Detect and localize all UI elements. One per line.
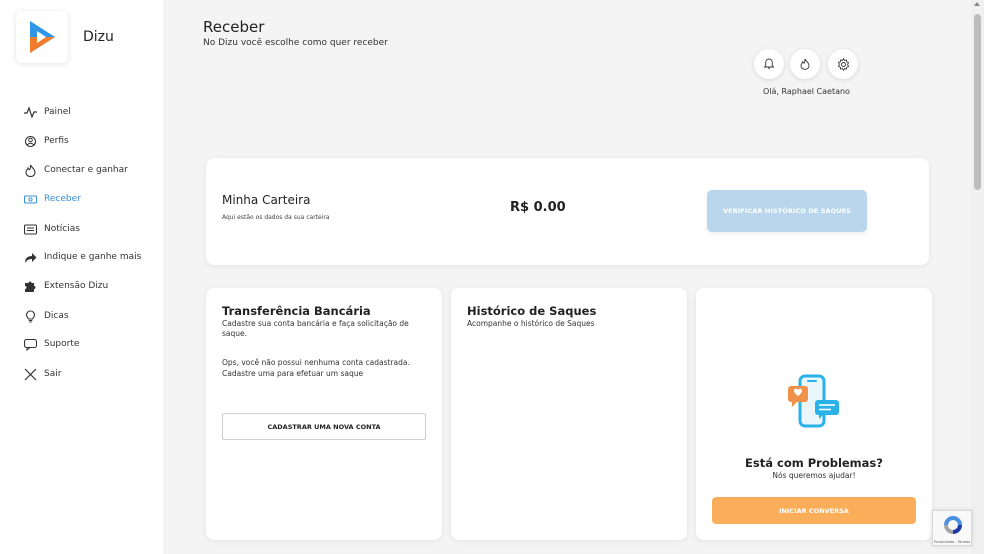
sidebar-item-dicas[interactable]: Dicas (24, 306, 69, 326)
recaptcha-links[interactable]: Privacidade - Termos (933, 540, 971, 544)
support-chat-illustration-icon (788, 374, 839, 428)
flame-icon (800, 58, 810, 70)
sidebar-item-label: Painel (44, 107, 71, 117)
sidebar-item-extensao[interactable]: Extensão Dizu (24, 276, 108, 296)
sidebar-item-label: Perfis (44, 136, 69, 146)
sidebar-item-label: Extensão Dizu (44, 281, 109, 291)
scroll-thumb[interactable] (974, 14, 981, 190)
page-scrollbar[interactable] (971, 0, 984, 554)
withdraw-history-subtitle: Acompanhe o histórico de Saques (467, 319, 595, 328)
sidebar-item-perfis[interactable]: Perfis (24, 131, 69, 151)
notifications-button[interactable] (754, 49, 784, 79)
bank-transfer-subtitle: Cadastre sua conta bancária e faça solic… (222, 319, 409, 338)
bank-transfer-card: Transferência Bancária Cadastre sua cont… (206, 288, 442, 540)
add-account-button[interactable]: CADASTRAR UMA NOVA CONTA (222, 413, 426, 440)
wallet-subtitle: Aqui estão os dados da sua carteira (222, 214, 330, 221)
no-account-message: Ops, você não possui nenhuma conta cadas… (222, 358, 410, 378)
sidebar-item-label: Indique e ganhe mais (44, 252, 142, 262)
sidebar-item-conectar[interactable]: Conectar e ganhar (24, 160, 128, 180)
puzzle-icon (24, 280, 37, 293)
wallet-title: Minha Carteira (222, 193, 311, 207)
bell-icon (763, 58, 775, 69)
sidebar-item-receber[interactable]: Receber (24, 189, 81, 209)
recaptcha-badge[interactable]: Privacidade - Termos (932, 510, 972, 546)
support-card: Está com Problemas? Nós queremos ajudar!… (696, 288, 932, 540)
lightbulb-icon (24, 309, 37, 323)
sidebar-item-label: Notícias (44, 224, 80, 234)
dizu-logo-icon (30, 21, 55, 53)
sidebar-item-painel[interactable]: Painel (24, 102, 71, 122)
sidebar-item-label: Dicas (44, 311, 69, 321)
wallet-card: Minha Carteira Aqui estão os dados da su… (206, 158, 929, 265)
page-subtitle: No Dizu você escolhe como quer receber (203, 38, 388, 48)
recaptcha-icon (944, 516, 962, 534)
news-icon (24, 223, 37, 236)
support-title: Está com Problemas? (745, 456, 883, 470)
support-subtitle: Nós queremos ajudar! (772, 471, 856, 480)
chat-icon (24, 338, 37, 351)
close-icon (24, 368, 37, 381)
flame-icon (24, 164, 37, 177)
sidebar-item-sair[interactable]: Sair (24, 364, 61, 384)
earnings-button[interactable] (790, 49, 820, 79)
money-icon (24, 193, 37, 206)
scroll-up-arrow-icon[interactable] (974, 2, 980, 6)
activity-icon (24, 105, 37, 119)
sidebar-item-label: Sair (44, 369, 62, 379)
sidebar-item-label: Conectar e ganhar (44, 165, 128, 175)
withdraw-history-title: Histórico de Saques (467, 304, 597, 318)
profiles-icon (24, 135, 37, 148)
start-chat-button[interactable]: INICIAR CONVERSA (712, 497, 916, 524)
share-arrow-icon (24, 251, 37, 264)
sidebar-item-label: Receber (44, 194, 81, 204)
withdraw-history-button[interactable]: VERIFICAR HISTÓRICO DE SAQUES (707, 190, 867, 232)
user-greeting: Olá, Raphael Caetano (763, 87, 850, 96)
bank-transfer-title: Transferência Bancária (222, 304, 371, 318)
sidebar-item-suporte[interactable]: Suporte (24, 334, 79, 354)
withdraw-history-card: Histórico de Saques Acompanhe o históric… (451, 288, 687, 540)
dizu-logo[interactable] (16, 11, 68, 63)
sidebar: Dizu Painel Perfis Conectar e ganhar Rec… (0, 0, 163, 554)
page-title: Receber (203, 18, 265, 36)
gear-icon (837, 57, 849, 71)
settings-button[interactable] (828, 49, 858, 79)
sidebar-item-label: Suporte (44, 339, 80, 349)
sidebar-item-noticias[interactable]: Notícias (24, 219, 80, 239)
sidebar-item-indique[interactable]: Indique e ganhe mais (24, 247, 141, 267)
wallet-balance: R$ 0.00 (510, 200, 566, 215)
brand-name: Dizu (83, 29, 114, 45)
